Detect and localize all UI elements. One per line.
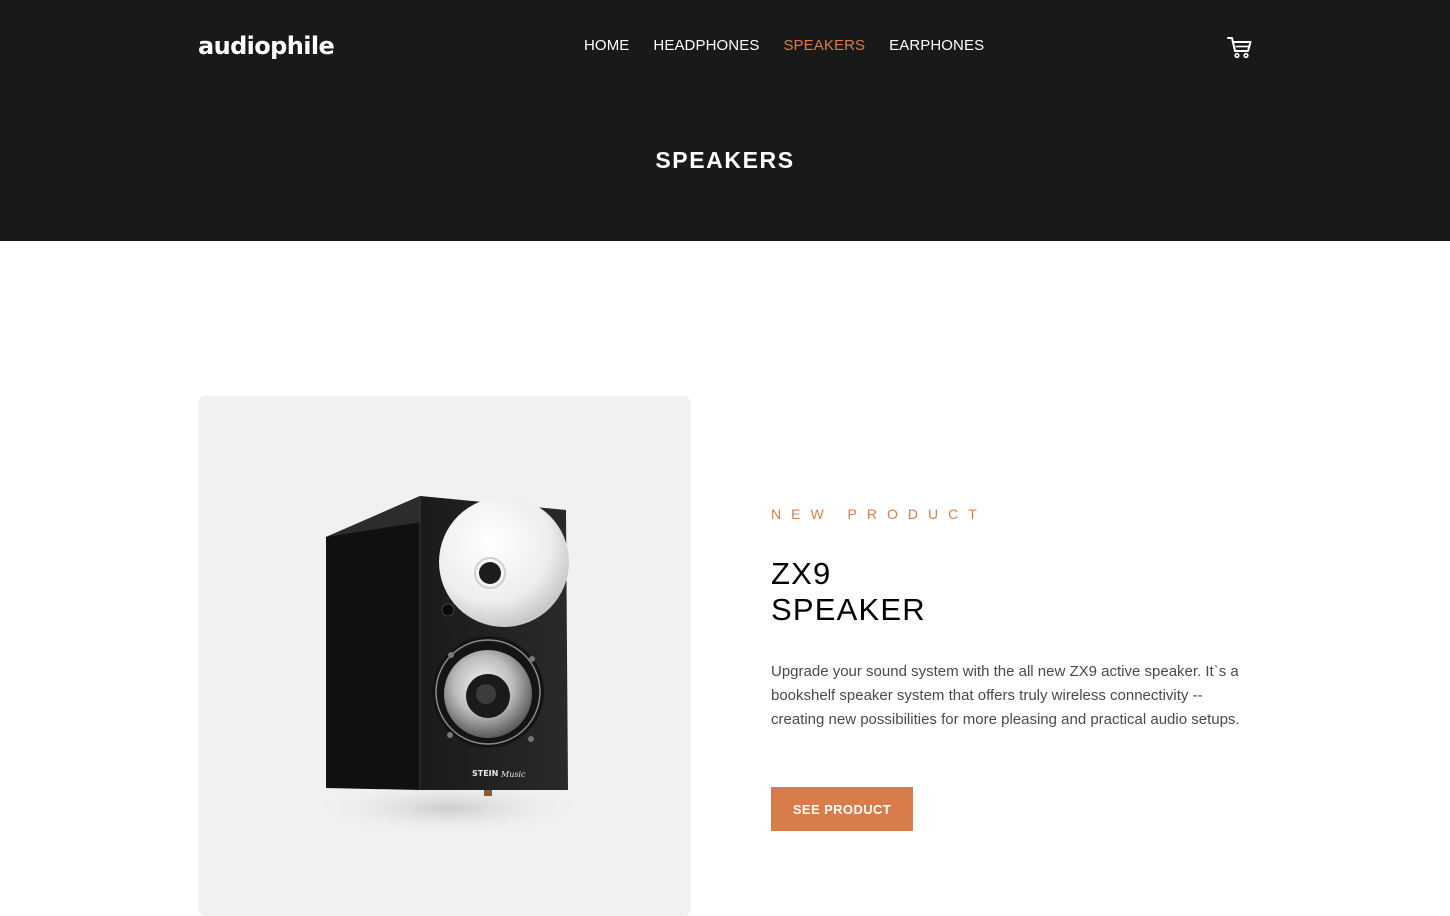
product-title: ZX9 SPEAKER bbox=[771, 556, 926, 628]
nav-speakers[interactable]: SPEAKERS bbox=[783, 37, 865, 54]
product-description: Upgrade your sound system with the all n… bbox=[771, 663, 1240, 728]
page-title: SPEAKERS bbox=[655, 147, 795, 173]
product-image: STEIN Music bbox=[198, 396, 691, 916]
logo[interactable]: audiophile bbox=[198, 32, 335, 60]
product-title-line1: ZX9 bbox=[771, 556, 832, 591]
see-product-button[interactable]: SEE PRODUCT bbox=[771, 787, 913, 831]
product-title-line2: SPEAKER bbox=[771, 592, 926, 627]
cart-icon[interactable] bbox=[1226, 33, 1254, 61]
main-nav: HOME HEADPHONES SPEAKERS EARPHONES bbox=[584, 37, 984, 54]
nav-earphones[interactable]: EARPHONES bbox=[889, 37, 984, 54]
new-product-label: NEW PRODUCT bbox=[771, 506, 987, 522]
nav-headphones[interactable]: HEADPHONES bbox=[653, 37, 759, 54]
site-header: audiophile HOME HEADPHONES SPEAKERS EARP… bbox=[0, 0, 1450, 241]
svg-text:Music: Music bbox=[500, 770, 526, 779]
nav-home[interactable]: HOME bbox=[584, 37, 629, 54]
speaker-illustration: STEIN Music bbox=[308, 496, 588, 836]
svg-text:STEIN: STEIN bbox=[472, 769, 498, 778]
